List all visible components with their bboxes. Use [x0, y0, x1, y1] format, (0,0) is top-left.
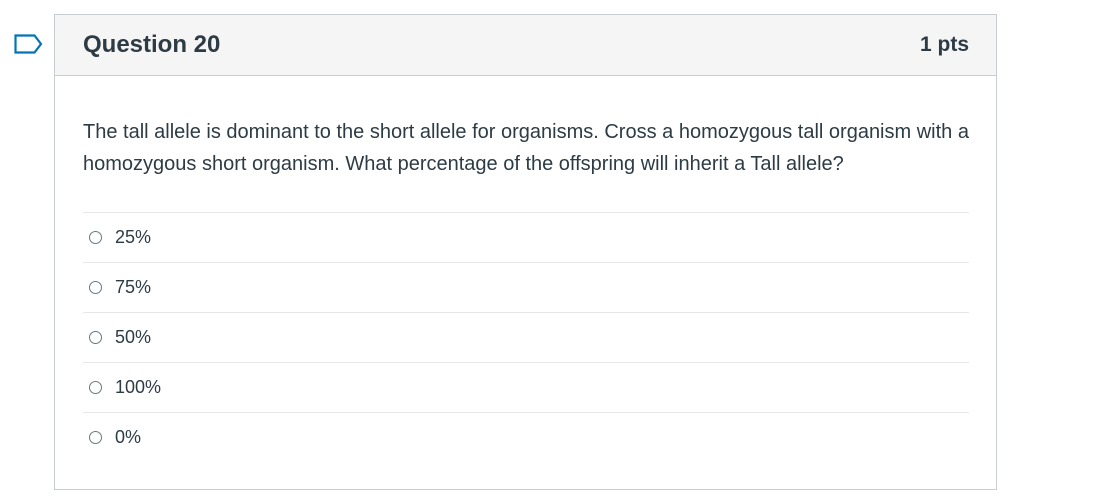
answer-label: 75%	[115, 277, 152, 297]
answer-option[interactable]: 50%	[83, 313, 969, 363]
radio-button[interactable]	[89, 381, 102, 394]
radio-button[interactable]	[89, 281, 102, 294]
answer-label: 0%	[115, 427, 142, 447]
radio-button[interactable]	[89, 331, 102, 344]
answer-option[interactable]: 75%	[83, 263, 969, 313]
question-body: The tall allele is dominant to the short…	[55, 76, 996, 462]
radio-button[interactable]	[89, 231, 102, 244]
question-text: The tall allele is dominant to the short…	[83, 121, 969, 175]
question-header: Question 20 1 pts	[55, 15, 996, 76]
question-title: Question 20	[83, 31, 221, 58]
answer-option[interactable]: 0%	[83, 413, 969, 462]
radio-button[interactable]	[89, 431, 102, 444]
answer-label: 50%	[115, 327, 152, 347]
answer-label: 100%	[115, 377, 162, 397]
answer-list: 25% 75% 50% 100% 0%	[83, 212, 969, 462]
question-points: 1 pts	[919, 33, 969, 56]
flag-question-icon[interactable]	[14, 33, 44, 55]
question-card: Question 20 1 pts The tall allele is dom…	[54, 14, 997, 490]
answer-option[interactable]: 25%	[83, 213, 969, 263]
answer-option[interactable]: 100%	[83, 363, 969, 413]
answer-label: 25%	[115, 227, 152, 247]
